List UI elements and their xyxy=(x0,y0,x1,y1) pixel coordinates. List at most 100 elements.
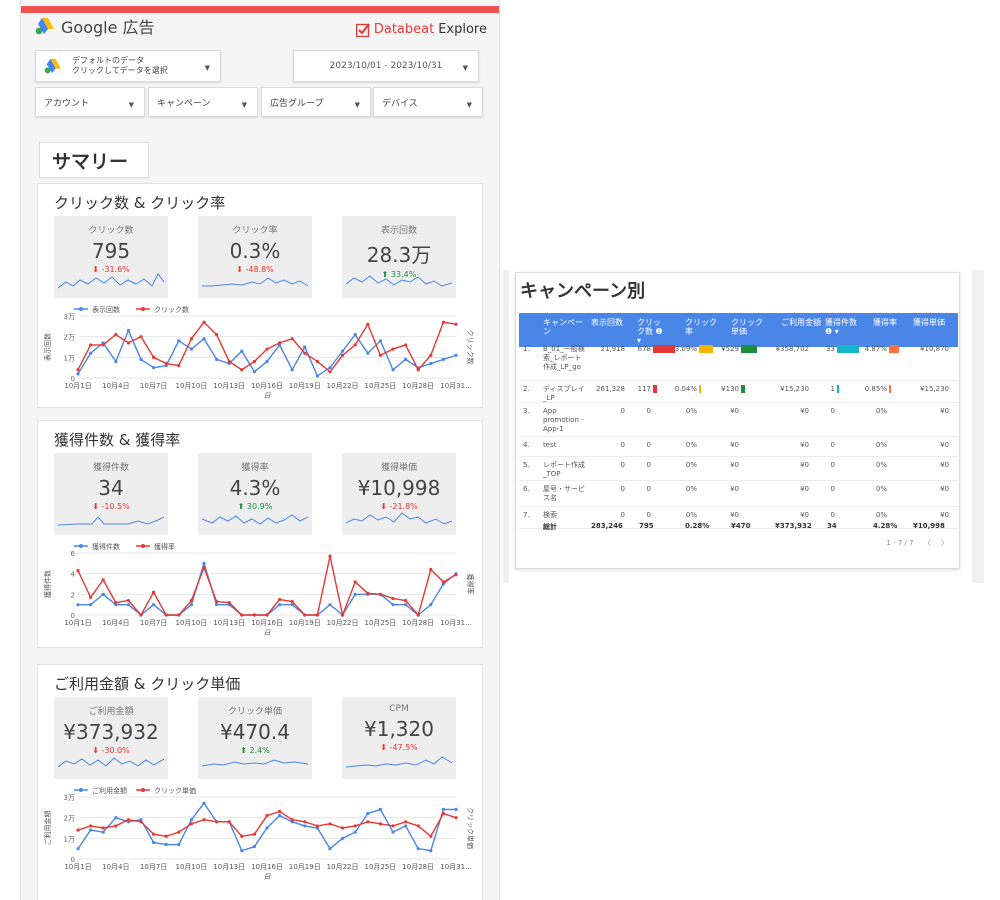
data-point xyxy=(353,592,357,596)
data-point xyxy=(202,801,206,805)
filter-campaign[interactable]: キャンペーン ▼ xyxy=(148,87,258,117)
datasource-selector[interactable]: デフォルトのデータ クリックしてデータを選択 ▼ xyxy=(35,50,221,82)
x-tick-label: 10月31... xyxy=(440,863,472,871)
table-row[interactable]: 1. B_01_一般検索_レポート作成_LP_go 21,918 678 3.09% ¥5… xyxy=(519,341,958,381)
kpi-value: 795 xyxy=(91,239,131,263)
data-point xyxy=(189,818,193,822)
data-point xyxy=(328,366,332,370)
table-row[interactable]: 2. ディスプレイ_LP 261,328 117 0.04% ¥130 ¥15,230 1 0.… xyxy=(519,381,958,403)
data-point xyxy=(101,830,105,834)
data-point xyxy=(189,598,193,603)
data-point xyxy=(265,359,269,364)
prev-page-icon[interactable]: 〈 xyxy=(924,539,931,547)
data-point xyxy=(202,320,206,324)
data-point xyxy=(252,832,256,836)
kpi-card: クリック単価 ¥470.4 ⬆ 2.4% xyxy=(198,697,312,779)
campaign-name: test xyxy=(543,441,557,449)
table-row[interactable]: 3. App promotion -App-1 0 0 0% ¥0 ¥0 0 0% ¥0 xyxy=(519,403,958,437)
kpi-label: クリック単価 xyxy=(227,707,282,717)
data-point xyxy=(303,824,307,828)
cell-cost: ¥15,230 xyxy=(780,385,809,393)
data-point xyxy=(404,343,408,347)
col-header-ctr[interactable]: クリック率 xyxy=(685,318,717,336)
data-point xyxy=(315,374,319,378)
data-point xyxy=(341,836,345,840)
col-header-cpa[interactable]: 獲得単価 xyxy=(913,318,945,327)
data-point xyxy=(152,603,156,607)
scrollbar[interactable] xyxy=(972,270,984,583)
x-tick-label: 10月13日 xyxy=(213,382,245,390)
table-row[interactable]: 6. 屋号・サービス名 0 0 0% ¥0 ¥0 0 0% ¥0 xyxy=(519,481,958,507)
kpi-card: ご利用金額 ¥373,932 ⬇ -30.0% xyxy=(54,697,168,779)
total-ctr: 0.28% xyxy=(685,522,710,530)
kpi-card: クリック率 0.3% ⬇ -48.8% xyxy=(198,216,312,298)
cell-cpa: ¥0 xyxy=(940,441,949,449)
data-point xyxy=(366,351,370,355)
data-point xyxy=(454,807,458,811)
table-row[interactable]: 5. レポート作成_TOP 0 0 0% ¥0 ¥0 0 0% ¥0 xyxy=(519,457,958,481)
kpi-card: CPM ¥1,320 ⬇ -47.5% xyxy=(342,697,456,779)
col-header-campaign[interactable]: キャンペーン xyxy=(543,318,583,336)
chevron-down-icon: ▼ xyxy=(354,101,360,109)
cell-cvr: 0% xyxy=(875,441,887,449)
data-point xyxy=(126,328,130,333)
cell-cpc: ¥0 xyxy=(730,441,739,449)
sort-icon: ▾ xyxy=(834,327,839,336)
cell-cpa: ¥15,230 xyxy=(920,385,949,393)
data-point xyxy=(177,339,181,343)
col-header-cvr[interactable]: 獲得率 xyxy=(873,318,897,327)
cell-clicks: 678 xyxy=(637,345,651,353)
sparkline xyxy=(346,756,452,768)
x-tick-label: 10月28日 xyxy=(402,863,434,871)
cell-ctr: 0% xyxy=(685,485,697,493)
y-axis-label-right: 獲得率 xyxy=(466,574,475,595)
data-point xyxy=(215,603,219,607)
data-point xyxy=(164,834,168,838)
data-point xyxy=(391,824,395,828)
y-tick-label: 2万 xyxy=(64,815,75,823)
col-header-cpc[interactable]: クリック単価 xyxy=(731,318,763,336)
x-axis-label: 日 xyxy=(264,873,272,881)
table-row[interactable]: 4. test 0 0 0% ¥0 ¥0 0 0% ¥0 xyxy=(519,437,958,457)
filter-label: アカウント xyxy=(44,98,90,109)
data-point xyxy=(315,824,319,828)
x-tick-label: 10月4日 xyxy=(102,619,129,627)
bar-ctr xyxy=(699,345,713,353)
x-tick-label: 10月25日 xyxy=(364,863,396,871)
kpi-label: ご利用金額 xyxy=(88,707,134,717)
kpi-card: クリック数 795 ⬇ -31.6% xyxy=(54,216,168,298)
col-header-conversions[interactable]: 獲得件数 ❶ ▾ xyxy=(825,318,865,336)
data-point xyxy=(152,832,156,836)
next-page-icon[interactable]: 〉 xyxy=(941,539,948,547)
scrollbar[interactable] xyxy=(503,270,509,583)
filter-device[interactable]: デバイス ▼ xyxy=(373,87,483,117)
cell-cpc: ¥130 xyxy=(721,385,739,393)
cell-clicks: 0 xyxy=(646,407,651,415)
data-point xyxy=(366,322,370,326)
filter-adgroup[interactable]: 広告グループ ▼ xyxy=(261,87,371,117)
cell-conversions: 0 xyxy=(830,407,835,415)
data-point xyxy=(404,603,408,607)
data-point xyxy=(101,592,105,596)
data-point xyxy=(189,822,193,826)
filter-account[interactable]: アカウント ▼ xyxy=(35,87,145,117)
col-header-cost[interactable]: ご利用金額 xyxy=(781,318,825,327)
data-point xyxy=(416,847,420,851)
cell-cpa: ¥0 xyxy=(940,461,949,469)
cell-conversions: 33 xyxy=(826,345,835,353)
chevron-down-icon: ▼ xyxy=(466,101,472,109)
bar-cpc xyxy=(741,385,745,393)
data-point xyxy=(366,591,370,595)
total-clicks: 795 xyxy=(639,522,654,530)
legend-marker xyxy=(79,544,83,548)
info-icon: ❶ xyxy=(655,327,663,336)
x-tick-label: 10月28日 xyxy=(402,382,434,390)
data-point xyxy=(215,357,219,361)
date-range-selector[interactable]: 2023/10/01 - 2023/10/31 ▼ xyxy=(293,50,479,82)
data-point xyxy=(429,849,433,853)
col-header-impressions[interactable]: 表示回数 xyxy=(591,318,623,327)
cell-clicks: 0 xyxy=(646,441,651,449)
cell-cvr: 0% xyxy=(875,461,887,469)
cell-impressions: 0 xyxy=(620,407,625,415)
data-point xyxy=(429,834,433,838)
